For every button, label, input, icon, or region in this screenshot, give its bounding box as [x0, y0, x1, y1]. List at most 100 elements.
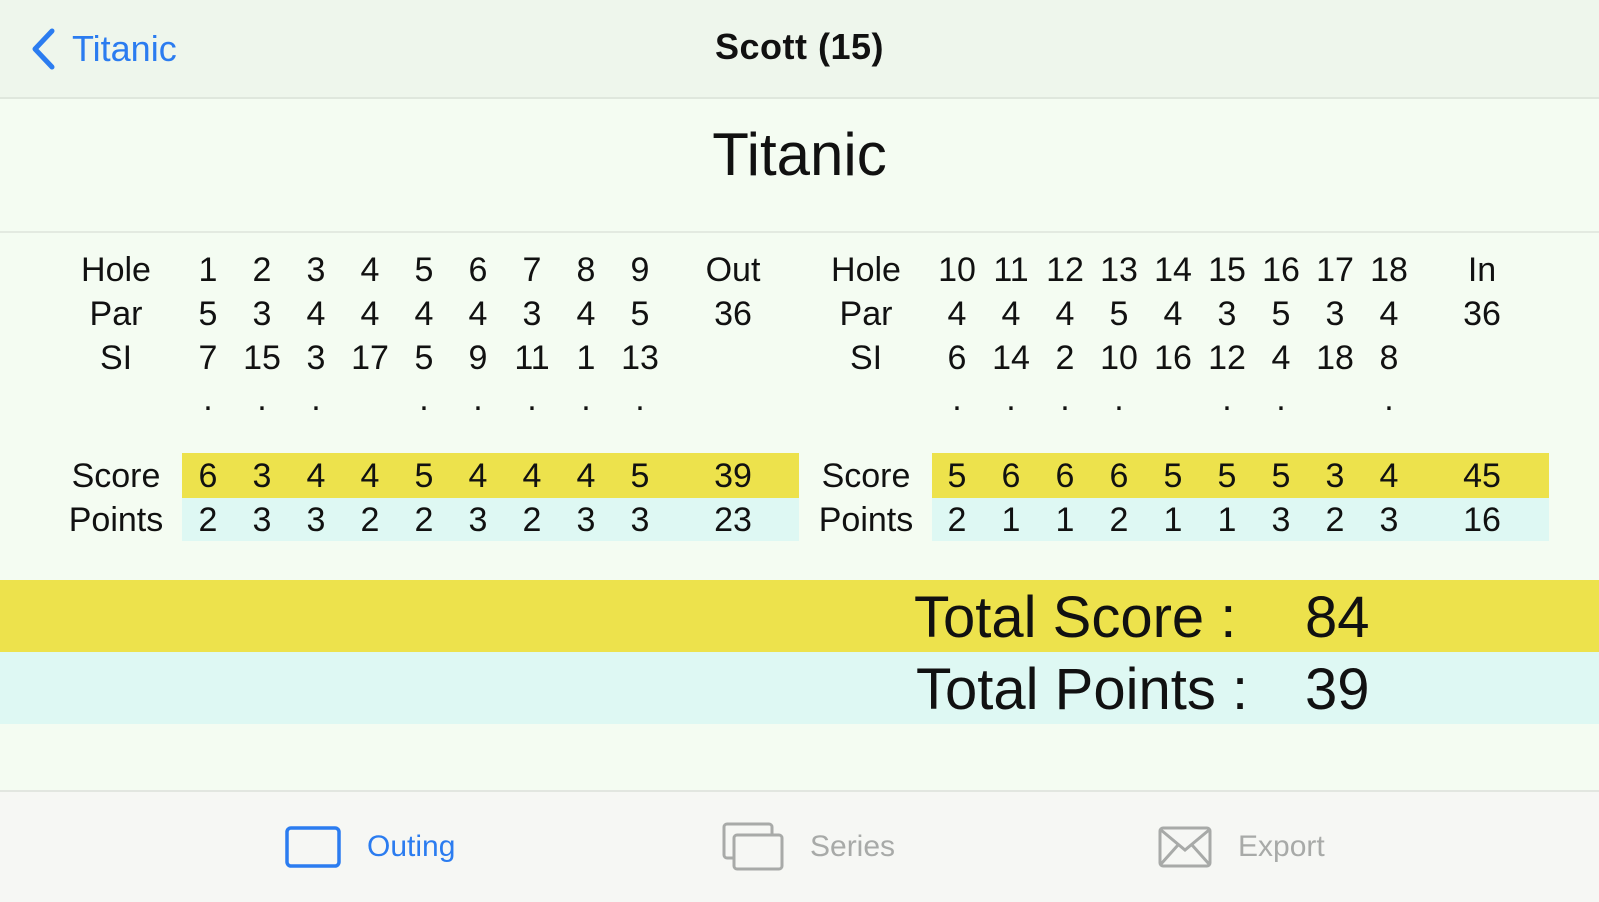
back-hole-cell: 18: [1370, 251, 1408, 289]
back-si-cell: 18: [1316, 339, 1354, 377]
back-points-cell: 1: [1163, 501, 1183, 539]
tab-series[interactable]: Series: [722, 792, 895, 902]
front-par-total: 36: [714, 295, 752, 333]
front-si-cell: 1: [576, 339, 596, 377]
back-par-cell: 4: [1379, 295, 1399, 333]
front-si-cell: 3: [306, 339, 326, 377]
front-score-cell: 4: [576, 457, 596, 495]
front-si-cell: 9: [468, 339, 488, 377]
front-si-label: SI: [99, 339, 133, 377]
back-points-cell: 2: [1109, 501, 1129, 539]
front-si-cell: 7: [198, 339, 218, 377]
total-score-label: Total Score :: [914, 585, 1237, 650]
front-stroke-dot: .: [473, 380, 483, 418]
back-hole-total: In: [1467, 251, 1497, 289]
front-points-cell: 2: [414, 501, 434, 539]
back-points-cell: 1: [1217, 501, 1237, 539]
back-si-cell: 8: [1379, 339, 1399, 377]
front-score-cell: 3: [252, 457, 272, 495]
front-hole-total: Out: [705, 251, 761, 289]
export-icon: [1158, 826, 1212, 868]
front-points-cell: 2: [198, 501, 218, 539]
back-score-cell: 5: [1217, 457, 1237, 495]
back-stroke-dot: .: [1006, 380, 1016, 418]
back-si-label: SI: [849, 339, 883, 377]
front-hole-cell: 2: [252, 251, 272, 289]
front-hole-cell: 4: [360, 251, 380, 289]
back-hole-cell: 16: [1262, 251, 1300, 289]
tab-export[interactable]: Export: [1158, 792, 1325, 902]
front-si-cell: 5: [414, 339, 434, 377]
front-score-cell: 5: [630, 457, 650, 495]
series-icon: [722, 822, 784, 871]
back-points-label: Points: [818, 501, 914, 539]
back-hole-cell: 14: [1154, 251, 1192, 289]
front-score-cell: 4: [522, 457, 542, 495]
back-si-cell: 14: [992, 339, 1030, 377]
tab-outing[interactable]: Outing: [285, 792, 455, 902]
course-title: Titanic: [712, 121, 887, 188]
back-stroke-dot: .: [952, 380, 962, 418]
back-stroke-dot: .: [1222, 380, 1232, 418]
front-par-cell: 4: [576, 295, 596, 333]
front-stroke-dot: .: [257, 380, 267, 418]
front-hole-label: Hole: [81, 251, 151, 289]
back-score-label: Score: [821, 457, 911, 495]
navigation-bar: Titanic Scott (15): [0, 0, 1599, 99]
front-points-cell: 2: [360, 501, 380, 539]
front-hole-cell: 8: [576, 251, 596, 289]
front-score-cell: 4: [468, 457, 488, 495]
back-score-cell: 6: [1109, 457, 1129, 495]
back-par-cell: 3: [1325, 295, 1345, 333]
back-stroke-dot: .: [1060, 380, 1070, 418]
front-par-cell: 3: [522, 295, 542, 333]
front-hole-cell: 7: [522, 251, 542, 289]
back-si-cell: 10: [1100, 339, 1138, 377]
front-stroke-dot: .: [635, 380, 645, 418]
back-stroke-dot: .: [1114, 380, 1124, 418]
back-points-cell: 2: [947, 501, 967, 539]
back-score-cell: 5: [947, 457, 967, 495]
total-score-row: Total Score : 84: [0, 580, 1599, 652]
front-par-cell: 4: [306, 295, 326, 333]
front-stroke-dot: .: [419, 380, 429, 418]
front-score-total: 39: [714, 457, 752, 495]
front-stroke-dot: .: [311, 380, 321, 418]
front-hole-cell: 3: [306, 251, 326, 289]
page-title: Scott (15): [714, 26, 885, 67]
front-score-cell: 4: [360, 457, 380, 495]
back-si-cell: 6: [947, 339, 967, 377]
back-hole-label: Hole: [831, 251, 901, 289]
back-score-cell: 5: [1271, 457, 1291, 495]
divider: [0, 231, 1599, 233]
front-stroke-dot: .: [581, 380, 591, 418]
back-points-cell: 1: [1001, 501, 1021, 539]
total-points-value: 39: [1305, 657, 1370, 722]
back-points-cell: 1: [1055, 501, 1075, 539]
back-score-cell: 6: [1001, 457, 1021, 495]
front-points-cell: 3: [468, 501, 488, 539]
back-par-label: Par: [839, 295, 893, 333]
front-si-cell: 13: [621, 339, 659, 377]
back-hole-cell: 12: [1046, 251, 1084, 289]
back-hole-cell: 15: [1208, 251, 1246, 289]
outing-icon: [285, 826, 341, 868]
back-si-cell: 4: [1271, 339, 1291, 377]
back-si-cell: 16: [1154, 339, 1192, 377]
back-par-cell: 4: [1055, 295, 1075, 333]
back-par-cell: 3: [1217, 295, 1237, 333]
front-par-cell: 4: [468, 295, 488, 333]
total-points-label: Total Points :: [916, 657, 1249, 722]
front-par-label: Par: [89, 295, 143, 333]
back-hole-cell: 10: [938, 251, 976, 289]
back-score-cell: 3: [1325, 457, 1345, 495]
front-points-label: Points: [68, 501, 164, 539]
back-par-cell: 4: [947, 295, 967, 333]
back-par-cell: 5: [1271, 295, 1291, 333]
back-stroke-dot: .: [1276, 380, 1286, 418]
front-si-cell: 17: [351, 339, 389, 377]
back-hole-cell: 11: [993, 251, 1029, 289]
front-si-cell: 11: [514, 339, 550, 377]
back-score-total: 45: [1463, 457, 1501, 495]
back-par-total: 36: [1463, 295, 1501, 333]
